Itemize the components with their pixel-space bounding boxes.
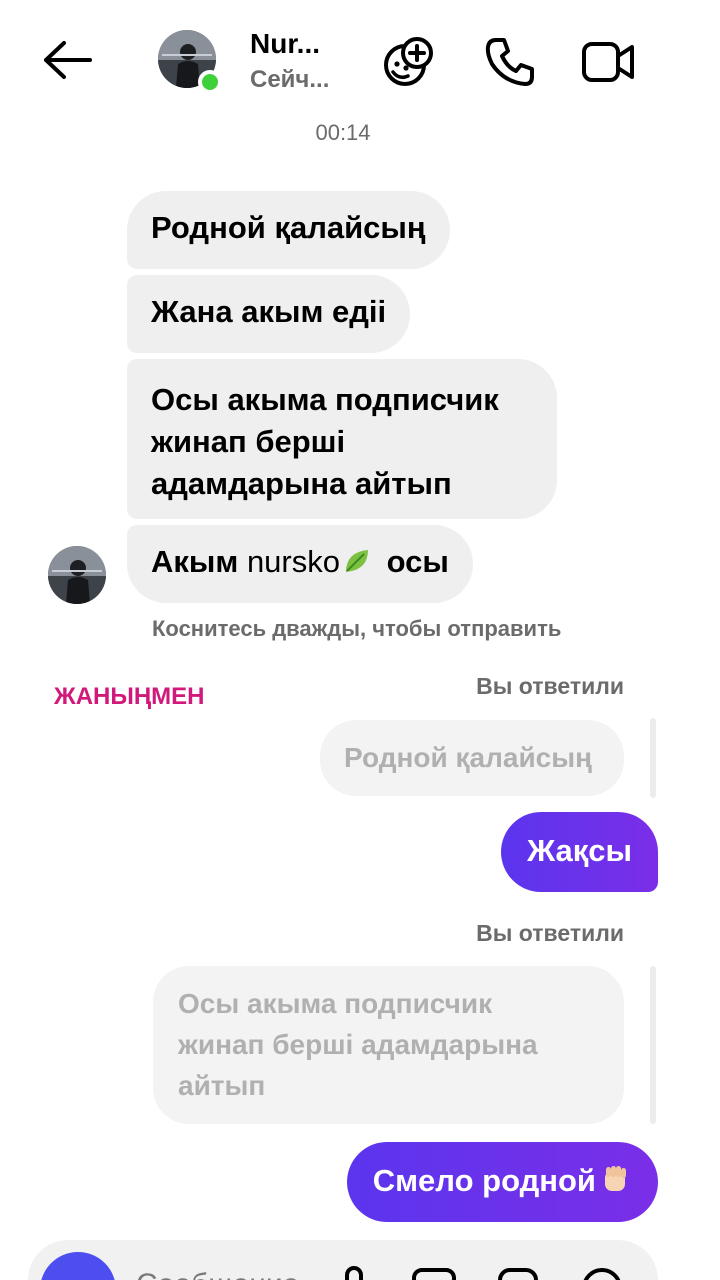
- online-status-dot: [198, 70, 222, 94]
- quoted-text: Родной қалайсың: [344, 742, 593, 773]
- message-text: Жақсы: [527, 833, 632, 868]
- microphone-icon[interactable]: [330, 1262, 378, 1280]
- back-arrow-icon[interactable]: [40, 36, 96, 84]
- quoted-message[interactable]: Родной қалайсың: [320, 720, 624, 796]
- raised-fist-emoji: [598, 1162, 632, 1196]
- incoming-message[interactable]: Акым nursko осы: [127, 525, 473, 603]
- watermark-text: ЖАНЫҢМЕН: [54, 683, 205, 710]
- quoted-line: жинап берші адамдарына: [178, 1029, 538, 1060]
- message-text: Смело родной: [372, 1163, 596, 1198]
- double-tap-hint: Коснитесь дважды, чтобы отправить: [152, 616, 562, 641]
- message-input[interactable]: Сообщение...: [136, 1268, 324, 1280]
- gallery-icon[interactable]: [410, 1262, 458, 1280]
- message-text: Родной қалайсың: [151, 210, 426, 245]
- chat-header: Nur... Сейч...: [0, 0, 720, 120]
- leaf-emoji: [342, 545, 372, 575]
- message-line: Осы акыма подписчик: [151, 382, 499, 417]
- incoming-message[interactable]: Осы акыма подписчик жинап берші адамдары…: [127, 359, 557, 519]
- video-camera-icon[interactable]: [580, 34, 636, 90]
- outgoing-message[interactable]: Жақсы: [501, 812, 658, 892]
- message-text: осы: [386, 544, 449, 579]
- quoted-message[interactable]: Осы акыма подписчик жинап берші адамдары…: [153, 966, 624, 1124]
- message-text: Жана акым едіі: [151, 294, 387, 329]
- you-replied-label: Вы ответили: [476, 673, 624, 699]
- contact-avatar[interactable]: [158, 30, 222, 94]
- sender-avatar[interactable]: [48, 546, 106, 604]
- contact-status: Сейч...: [250, 66, 330, 93]
- incoming-message[interactable]: Жана акым едіі: [127, 275, 411, 353]
- mention-handle[interactable]: nursko: [247, 544, 340, 579]
- effects-face-plus-icon[interactable]: [381, 34, 437, 90]
- quoted-line: Осы акыма подписчик: [178, 988, 493, 1019]
- message-text: Акым: [151, 544, 239, 579]
- message-line: жинап берші: [151, 424, 346, 459]
- quote-bar: [650, 966, 656, 1124]
- contact-name[interactable]: Nur...: [250, 28, 340, 60]
- incoming-message[interactable]: Родной қалайсың: [127, 191, 450, 269]
- phone-icon[interactable]: [482, 34, 538, 90]
- message-line: адамдарына айтып: [151, 466, 452, 501]
- sticker-icon[interactable]: [494, 1262, 542, 1280]
- quote-bar: [650, 718, 656, 798]
- message-timestamp: 00:14: [315, 120, 371, 145]
- outgoing-message[interactable]: Смело родной: [346, 1142, 658, 1222]
- plus-icon[interactable]: [578, 1262, 626, 1280]
- you-replied-label: Вы ответили: [476, 920, 624, 946]
- quoted-line: айтып: [178, 1070, 266, 1101]
